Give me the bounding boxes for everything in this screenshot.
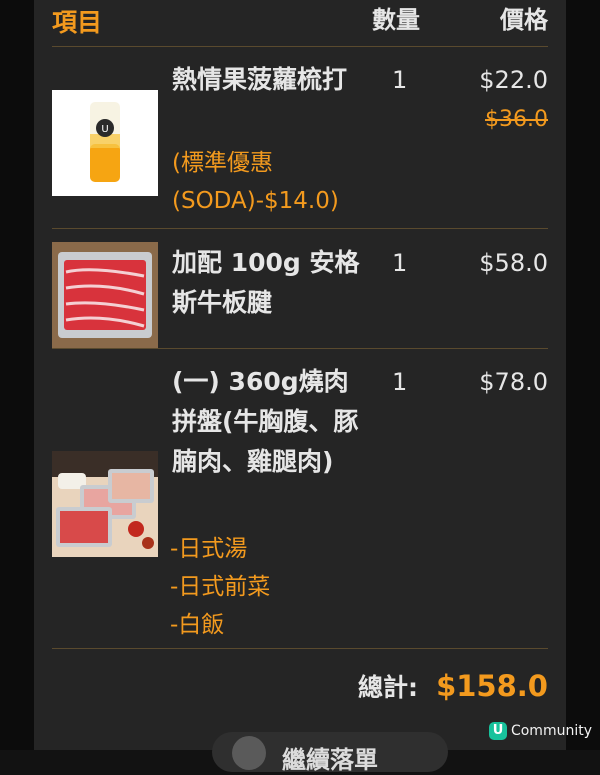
- item-option: -白飯: [170, 612, 225, 638]
- row-divider: [52, 648, 548, 649]
- svg-text:U: U: [101, 124, 108, 135]
- right-gutter: [566, 0, 600, 750]
- drink-product-image: U: [52, 90, 158, 196]
- item-price: $58.0: [479, 249, 548, 277]
- continue-ordering-button[interactable]: 繼續落單: [212, 732, 448, 774]
- watermark-text: Community: [510, 723, 592, 739]
- header-item: 項目: [52, 8, 103, 37]
- community-watermark: U Community: [488, 722, 592, 740]
- bbq-platter-image: [52, 451, 158, 557]
- item-discount-note: (標準優惠(SODA)-$14.0): [172, 150, 339, 214]
- total-amount: $158.0: [436, 669, 548, 703]
- mascot-icon: [232, 736, 266, 770]
- total-label: 總計:: [358, 673, 418, 702]
- item-name: 熱情果菠蘿梳打: [172, 65, 348, 94]
- item-price: $78.0: [479, 368, 548, 396]
- row-divider: [52, 348, 548, 349]
- beef-product-image: [52, 242, 158, 348]
- item-option: -日式前菜: [170, 574, 271, 600]
- item-quantity: 1: [392, 249, 408, 277]
- header-divider: [52, 46, 548, 47]
- row-divider: [52, 228, 548, 229]
- continue-ordering-label: 繼續落單: [282, 746, 378, 774]
- header-price: 價格: [500, 6, 548, 34]
- left-gutter: [0, 0, 34, 750]
- item-quantity: 1: [392, 368, 408, 396]
- item-price: $22.0: [479, 66, 548, 94]
- order-summary-panel: 項目 數量 價格 U 熱情果菠蘿梳打 (標準優惠(SODA)-$14.0) 1 …: [34, 0, 566, 774]
- item-option: -日式湯: [170, 536, 248, 562]
- item-quantity: 1: [392, 66, 408, 94]
- u-logo-icon: U: [488, 722, 507, 740]
- item-name: (一) 360g燒肉拼盤(牛胸腹、豚腩肉、雞腿肉): [172, 367, 359, 476]
- item-original-price: $36.0: [485, 107, 548, 132]
- item-name: 加配 100g 安格斯牛板腱: [172, 248, 360, 317]
- header-quantity: 數量: [372, 6, 420, 34]
